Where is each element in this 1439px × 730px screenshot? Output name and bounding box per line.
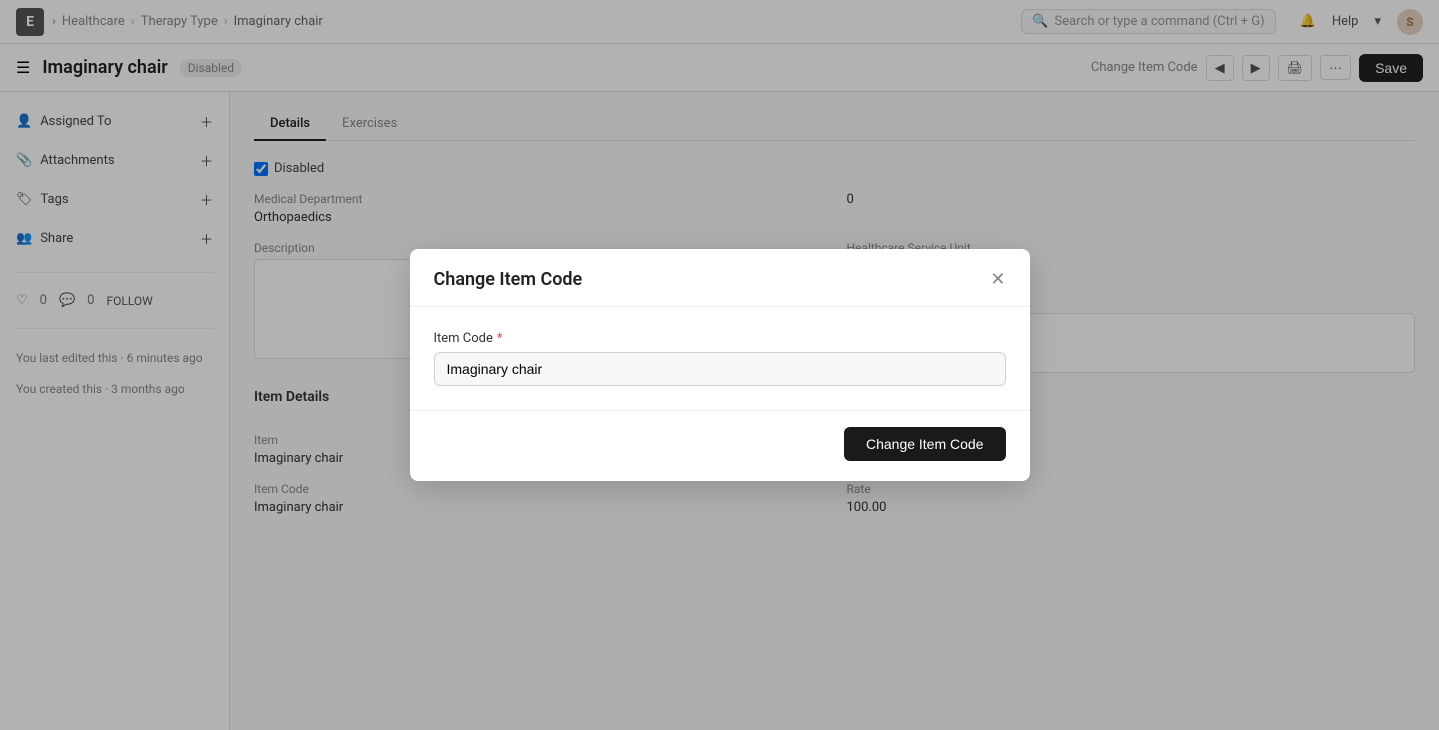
modal-title: Change Item Code bbox=[434, 269, 583, 290]
modal-body: Item Code * bbox=[410, 307, 1030, 410]
modal-footer: Change Item Code bbox=[410, 410, 1030, 481]
modal: Change Item Code ✕ Item Code * Change It… bbox=[410, 249, 1030, 481]
close-icon: ✕ bbox=[990, 269, 1005, 290]
modal-header: Change Item Code ✕ bbox=[410, 249, 1030, 307]
required-mark: * bbox=[497, 331, 503, 346]
modal-overlay[interactable]: Change Item Code ✕ Item Code * Change It… bbox=[0, 0, 1439, 730]
modal-close-button[interactable]: ✕ bbox=[990, 269, 1005, 290]
modal-item-code-input[interactable] bbox=[434, 352, 1006, 386]
modal-submit-button[interactable]: Change Item Code bbox=[844, 427, 1006, 461]
modal-item-code-label: Item Code * bbox=[434, 331, 1006, 346]
